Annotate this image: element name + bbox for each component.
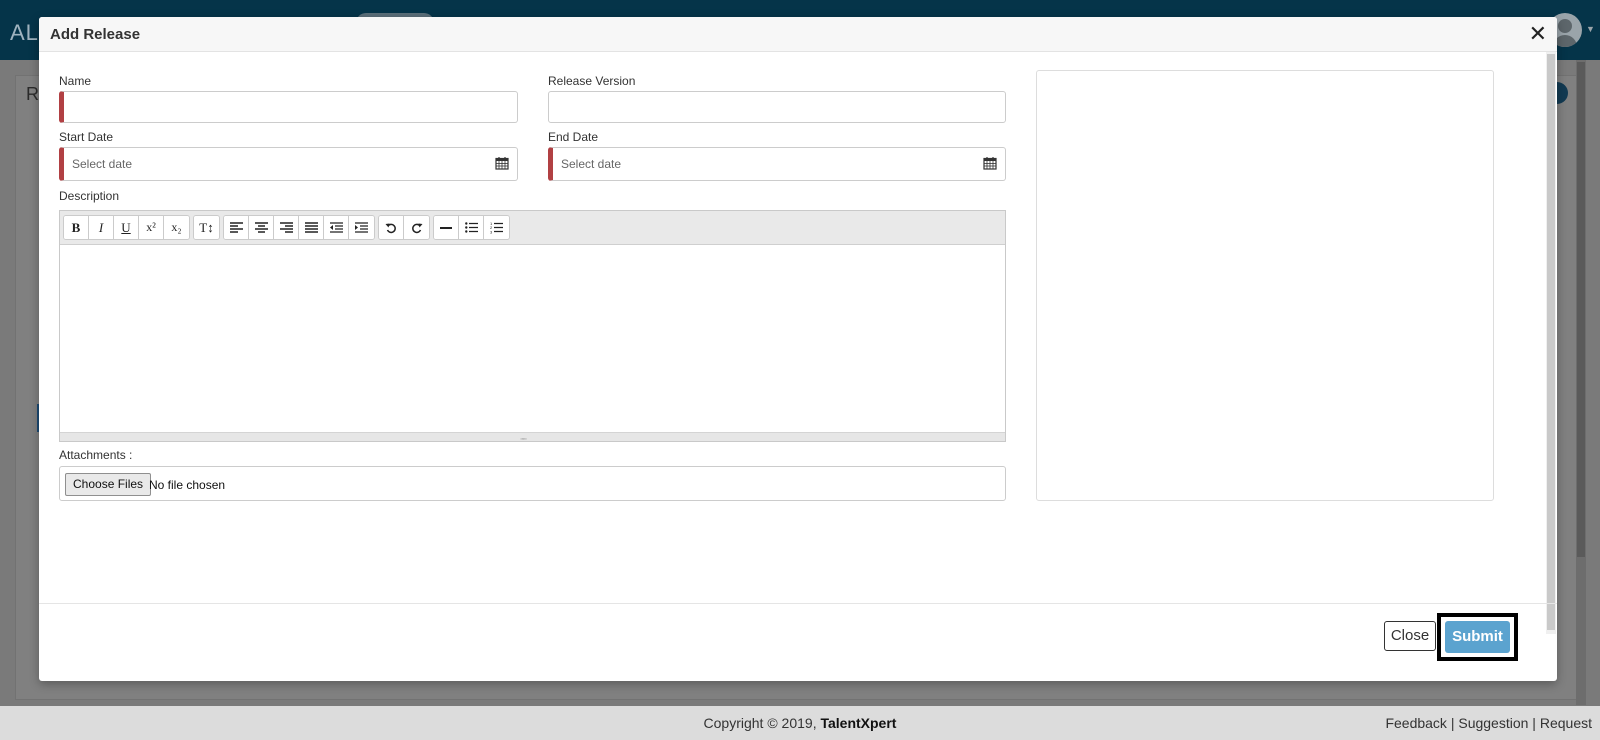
footer-separator: | (1446, 715, 1459, 731)
modal-title: Add Release (50, 26, 141, 43)
brand-name: TalentXpert (820, 715, 897, 731)
modal-header: Add Release ✕ (39, 17, 1557, 52)
end-date-placeholder: Select date (561, 157, 622, 171)
attachments-file-input: Choose Files No file chosen (59, 466, 1006, 501)
attachments-label: Attachments : (59, 448, 133, 462)
end-date-input[interactable]: Select date (548, 147, 1006, 181)
italic-button[interactable]: I (89, 216, 114, 239)
request-link[interactable]: Request (1540, 715, 1592, 731)
close-icon[interactable]: ✕ (1529, 22, 1547, 46)
description-label: Description (59, 189, 120, 203)
resize-grip-icon[interactable]: ∙∙∙∙∙ (520, 434, 527, 443)
editor-toolbar: B I U x² x₂ T↕ 1 2 3 (60, 211, 1005, 245)
justify-icon[interactable] (299, 216, 324, 239)
modal-footer: Close Submit (39, 603, 1557, 681)
start-date-label: Start Date (59, 130, 114, 144)
bullet-list-icon[interactable] (459, 216, 484, 239)
numbered-list-icon[interactable]: 123 (484, 216, 509, 239)
toolbar-history-group (378, 215, 430, 240)
name-label: Name (59, 74, 92, 88)
avatar-caret-icon[interactable]: ▼ (1586, 24, 1595, 34)
release-version-label: Release Version (548, 74, 636, 88)
suggestion-link[interactable]: Suggestion (1458, 715, 1528, 731)
name-input[interactable] (59, 91, 518, 123)
align-left-icon[interactable] (224, 216, 249, 239)
submit-button-highlight: Submit (1437, 613, 1518, 661)
subscript-button[interactable]: x₂ (164, 216, 189, 239)
release-version-input[interactable] (548, 91, 1006, 123)
page-footer: Copyright © 2019, TalentXpert Feedback |… (0, 706, 1600, 740)
start-date-input[interactable]: Select date (59, 147, 518, 181)
end-date-label: End Date (548, 130, 599, 144)
app-logo: AL (10, 20, 39, 45)
description-textarea[interactable] (60, 245, 1005, 433)
choose-files-button[interactable]: Choose Files (65, 473, 152, 496)
modal-scrollbar[interactable] (1546, 52, 1556, 634)
calendar-icon[interactable] (495, 156, 509, 170)
calendar-icon[interactable] (983, 156, 997, 170)
bold-button[interactable]: B (64, 216, 89, 239)
submit-button[interactable]: Submit (1445, 621, 1510, 653)
toolbar-size-group: T↕ (193, 215, 220, 240)
font-size-button[interactable]: T↕ (194, 216, 219, 239)
close-button[interactable]: Close (1384, 621, 1436, 651)
align-center-icon[interactable] (249, 216, 274, 239)
toolbar-format-group: B I U x² x₂ (63, 215, 190, 240)
horizontal-rule-icon[interactable] (434, 216, 459, 239)
start-date-placeholder: Select date (72, 157, 133, 171)
footer-separator: | (1528, 715, 1540, 731)
page-scrollbar-thumb[interactable] (1577, 62, 1585, 557)
description-editor: B I U x² x₂ T↕ 1 2 3 ∙∙∙∙∙ (59, 210, 1006, 443)
copyright-label: Copyright © 2019, (703, 715, 821, 731)
add-release-modal: Add Release ✕ Name Release Version Start… (39, 17, 1557, 681)
app-card-title: R (26, 84, 39, 104)
align-right-icon[interactable] (274, 216, 299, 239)
redo-icon[interactable] (404, 216, 429, 239)
underline-button[interactable]: U (114, 216, 139, 239)
svg-text:3: 3 (490, 230, 493, 235)
footer-links: Feedback | Suggestion | Request (1385, 715, 1592, 731)
indent-icon[interactable] (349, 216, 374, 239)
no-file-text: No file chosen (149, 478, 226, 492)
modal-scrollbar-thumb[interactable] (1547, 54, 1555, 630)
feedback-link[interactable]: Feedback (1385, 715, 1446, 731)
toolbar-insert-group: 123 (433, 215, 510, 240)
undo-icon[interactable] (379, 216, 404, 239)
preview-panel (1036, 70, 1494, 501)
superscript-button[interactable]: x² (139, 216, 164, 239)
copyright-text: Copyright © 2019, TalentXpert (0, 715, 1600, 731)
outdent-icon[interactable] (324, 216, 349, 239)
editor-resize-handle[interactable]: ∙∙∙∙∙ (60, 432, 1005, 443)
toolbar-align-group (223, 215, 375, 240)
